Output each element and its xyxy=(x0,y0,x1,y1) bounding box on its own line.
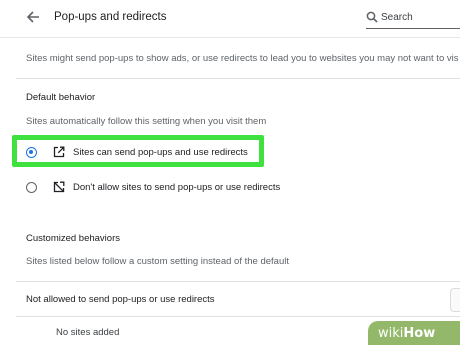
customized-behaviors-title: Customized behaviors xyxy=(26,233,120,244)
page-description: Sites might send pop-ups to show ads, or… xyxy=(26,53,459,64)
radio-allow[interactable] xyxy=(26,147,37,158)
popup-blocked-icon xyxy=(53,181,65,193)
search-icon[interactable] xyxy=(366,11,378,23)
option-block-label[interactable]: Don't allow sites to send pop-ups or use… xyxy=(73,182,280,193)
page-header: Pop-ups and redirects Search xyxy=(0,0,460,38)
option-allow-label[interactable]: Sites can send pop-ups and use redirects xyxy=(73,147,248,158)
page-title: Pop-ups and redirects xyxy=(54,11,167,23)
divider xyxy=(16,281,460,282)
wikihow-logo: wikiHow xyxy=(378,326,436,341)
open-in-new-icon xyxy=(53,146,65,158)
radio-block[interactable] xyxy=(26,182,37,193)
customized-behaviors-description: Sites listed below follow a custom setti… xyxy=(26,256,289,267)
default-behavior-title: Default behavior xyxy=(26,92,96,103)
side-tab[interactable] xyxy=(450,288,460,312)
divider xyxy=(16,316,460,317)
not-allowed-title: Not allowed to send pop-ups or use redir… xyxy=(26,294,215,305)
search-underline xyxy=(366,28,460,29)
no-sites-added-text: No sites added xyxy=(56,327,120,338)
divider xyxy=(16,78,460,79)
default-behavior-description: Sites automatically follow this setting … xyxy=(26,116,267,127)
search-input[interactable]: Search xyxy=(381,12,413,23)
back-arrow-icon[interactable] xyxy=(26,10,40,24)
